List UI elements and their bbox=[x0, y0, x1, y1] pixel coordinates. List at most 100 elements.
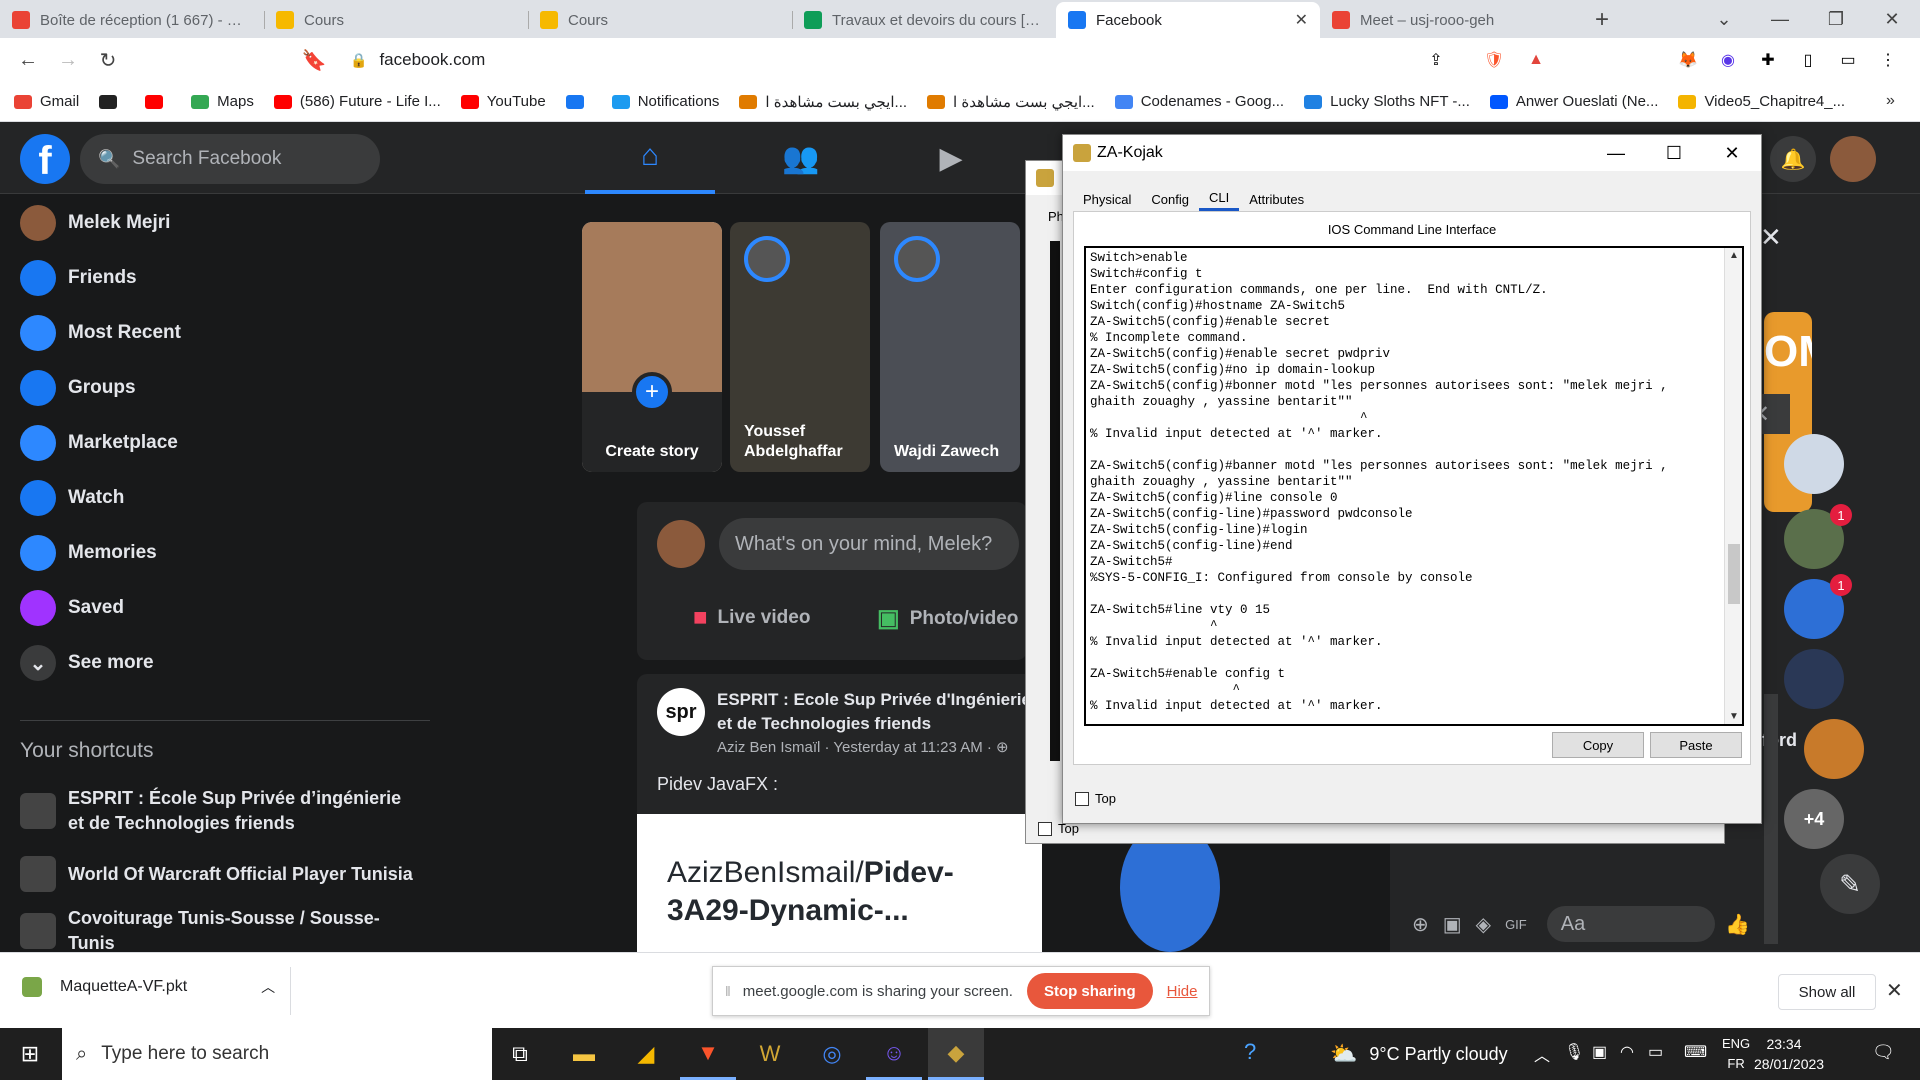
cli-output[interactable]: Switch>enable Switch#config t Enter conf… bbox=[1090, 250, 1718, 714]
close-icon[interactable]: ✕ bbox=[1760, 222, 1782, 253]
home-nav-icon[interactable]: ⌂ bbox=[585, 122, 715, 194]
drag-handle-icon[interactable]: ‖ bbox=[725, 983, 731, 999]
bookmark-item[interactable]: Video5_Chapitre4_... bbox=[1678, 93, 1845, 110]
discord-icon[interactable]: ☺ bbox=[866, 1028, 922, 1080]
checkbox[interactable] bbox=[1038, 821, 1052, 836]
browser-tab[interactable]: Facebook ✕ bbox=[1056, 2, 1320, 38]
live-video-button[interactable]: ■ Live video bbox=[693, 604, 810, 632]
minimize-button[interactable]: — bbox=[1587, 135, 1645, 171]
close-button[interactable]: ✕ bbox=[1703, 135, 1761, 171]
address-bar[interactable]: 🔒 facebook.com bbox=[350, 44, 1520, 76]
bookmark-item[interactable] bbox=[145, 94, 171, 109]
watch-nav-icon[interactable]: ▶ bbox=[886, 122, 1016, 194]
close-window-button[interactable]: ✕ bbox=[1864, 0, 1920, 38]
bookmark-item[interactable]: Gmail bbox=[14, 93, 79, 110]
facebook-logo-icon[interactable]: f bbox=[20, 134, 70, 184]
new-tab-button[interactable]: + bbox=[1584, 2, 1620, 38]
facebook-search-input[interactable]: 🔍 Search Facebook bbox=[80, 134, 380, 184]
help-icon[interactable]: ? bbox=[1244, 1039, 1256, 1065]
tab-search-chevron-icon[interactable]: ⌄ bbox=[1696, 0, 1752, 38]
more-bookmarks-icon[interactable]: » bbox=[1886, 92, 1895, 110]
app-icon[interactable]: ◢ bbox=[618, 1028, 674, 1080]
close-download-bar-icon[interactable]: ✕ bbox=[1886, 978, 1903, 1003]
clock[interactable]: 23:34 28/01/2023 bbox=[1754, 1034, 1824, 1074]
bookmark-item[interactable]: Anwer Oueslati (Ne... bbox=[1489, 93, 1658, 110]
chevron-up-icon[interactable]: ︿ bbox=[261, 977, 275, 997]
top-checkbox-row[interactable]: Top bbox=[1075, 791, 1116, 806]
group-title[interactable]: ESPRIT : Ecole Sup Privée d'Ingénierie e… bbox=[717, 688, 1042, 736]
bookmark-item[interactable] bbox=[565, 94, 592, 109]
sidebar-item[interactable]: Memories bbox=[20, 528, 157, 578]
browser-tab[interactable]: Meet – usj-rooo-geh bbox=[1320, 2, 1584, 38]
shortcut-item[interactable]: ESPRIT : École Sup Privée d’ingénierie e… bbox=[20, 786, 420, 836]
scrollbar-thumb[interactable] bbox=[1728, 544, 1740, 604]
bookmark-item[interactable]: Notifications bbox=[611, 93, 719, 110]
sidebar-item[interactable]: Groups bbox=[20, 363, 136, 413]
back-arrow-icon[interactable]: ← bbox=[8, 40, 48, 80]
sidebar-item[interactable]: ⌄ See more bbox=[20, 638, 154, 688]
task-view-icon[interactable]: ⧉ bbox=[492, 1028, 548, 1080]
notifications-bell-icon[interactable]: 🔔 bbox=[1770, 136, 1816, 182]
profile-avatar[interactable] bbox=[1830, 136, 1876, 182]
paste-button[interactable]: Paste bbox=[1650, 732, 1742, 758]
copy-button[interactable]: Copy bbox=[1552, 732, 1644, 758]
chrome-icon[interactable]: ◎ bbox=[804, 1028, 860, 1080]
show-all-button[interactable]: Show all bbox=[1778, 974, 1876, 1010]
brave-shield-icon[interactable]: 🛡 bbox=[1482, 48, 1506, 72]
browser-tab[interactable]: Cours bbox=[528, 2, 792, 38]
taskbar-search-input[interactable]: ⌕ Type here to search bbox=[62, 1028, 492, 1080]
packet-tracer-taskbar-icon[interactable]: ◆ bbox=[928, 1028, 984, 1080]
bookmark-item[interactable]: ايجي بست مشاهدة ا... bbox=[739, 93, 907, 111]
minimize-button[interactable]: — bbox=[1752, 0, 1808, 38]
battery-icon[interactable]: ▭ bbox=[1648, 1042, 1663, 1062]
bookmark-item[interactable]: ايجي بست مشاهدة ا... bbox=[927, 93, 1095, 111]
plus-circle-icon[interactable]: ⊕ bbox=[1412, 912, 1429, 937]
microphone-icon[interactable]: 🎙 bbox=[1564, 1042, 1584, 1062]
chat-head-avatar[interactable] bbox=[1784, 649, 1844, 709]
gif-icon[interactable]: GIF bbox=[1505, 917, 1527, 932]
browser-tab[interactable]: Travaux et devoirs du cours [Swit bbox=[792, 2, 1056, 38]
sidebar-item[interactable]: Marketplace bbox=[20, 418, 178, 468]
bookmark-item[interactable]: Codenames - Goog... bbox=[1114, 93, 1284, 110]
photo-video-button[interactable]: ▣ Photo/video bbox=[877, 604, 1018, 633]
group-logo-icon[interactable]: spr bbox=[657, 688, 705, 736]
chat-head-avatar[interactable] bbox=[1804, 719, 1864, 779]
notifications-icon[interactable]: 🗨 bbox=[1872, 1042, 1895, 1063]
more-chats-badge[interactable]: +4 bbox=[1784, 789, 1844, 849]
chat-head-avatar[interactable] bbox=[1784, 434, 1844, 494]
like-icon[interactable]: 👍 bbox=[1725, 912, 1750, 937]
restore-button[interactable]: ❐ bbox=[1808, 0, 1864, 38]
scroll-up-icon[interactable]: ▲ bbox=[1725, 250, 1742, 261]
cli-scrollbar[interactable]: ▲ ▼ bbox=[1724, 248, 1742, 724]
keyboard-icon[interactable]: ⌨ bbox=[1684, 1042, 1707, 1062]
wallet-icon[interactable]: ▭ bbox=[1836, 48, 1860, 72]
menu-dots-icon[interactable]: ⋮ bbox=[1876, 48, 1900, 72]
sidebar-item[interactable]: Friends bbox=[20, 253, 137, 303]
bookmark-item[interactable]: Lucky Sloths NFT -... bbox=[1304, 93, 1470, 110]
file-explorer-icon[interactable]: ▬ bbox=[556, 1028, 612, 1080]
download-item[interactable]: MaquetteA-VF.pkt ︿ bbox=[22, 977, 275, 997]
bookmark-item[interactable]: Maps bbox=[191, 93, 254, 110]
share-icon[interactable]: ⇪ bbox=[1424, 48, 1448, 72]
sticker-icon[interactable]: ◈ bbox=[1476, 912, 1491, 937]
tab-attributes[interactable]: Attributes bbox=[1239, 187, 1314, 211]
brave-browser-icon[interactable]: ▼ bbox=[680, 1028, 736, 1080]
composer-input[interactable]: What's on your mind, Melek? bbox=[719, 518, 1019, 570]
hide-link[interactable]: Hide bbox=[1167, 983, 1198, 1000]
bookmark-icon[interactable]: 🔖 bbox=[294, 40, 334, 80]
sidebar-item[interactable]: Watch bbox=[20, 473, 124, 523]
scroll-down-icon[interactable]: ▼ bbox=[1725, 711, 1742, 722]
maximize-button[interactable]: ☐ bbox=[1645, 135, 1703, 171]
link-preview-card[interactable]: AzizBenIsmail/Pidev-3A29-Dynamic-... bbox=[637, 814, 1042, 952]
show-hidden-icons-chevron[interactable]: ︿ bbox=[1534, 1042, 1550, 1066]
sidebar-item[interactable]: Most Recent bbox=[20, 308, 181, 358]
chat-message-input[interactable]: Aa bbox=[1546, 906, 1716, 942]
tab-cli[interactable]: CLI bbox=[1199, 187, 1240, 211]
browser-tab[interactable]: Boîte de réception (1 667) - moh bbox=[0, 2, 264, 38]
bookmark-item[interactable]: (586) Future - Life I... bbox=[273, 93, 441, 110]
close-tab-icon[interactable]: ✕ bbox=[1295, 10, 1308, 30]
browser-tab[interactable]: Cours bbox=[264, 2, 528, 38]
tab-physical[interactable]: Physical bbox=[1073, 187, 1141, 211]
sidebar-item[interactable]: Saved bbox=[20, 583, 124, 633]
sidebar-item[interactable]: Melek Mejri bbox=[20, 198, 170, 248]
